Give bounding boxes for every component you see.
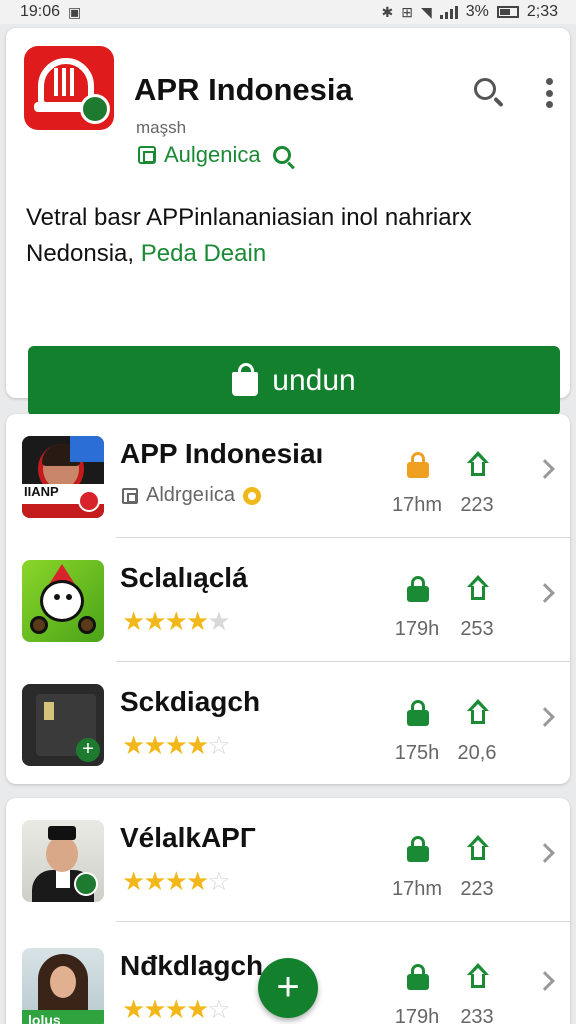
- lock-icon: [406, 964, 430, 990]
- status-time-left: 19:06: [20, 3, 61, 20]
- list-item-count: 20,6: [457, 742, 497, 764]
- list-item-title: Sckdiagch: [120, 686, 261, 717]
- signal-icon: [439, 5, 458, 19]
- lock-icon: [406, 700, 430, 726]
- developer-name: Aulgenica: [164, 142, 261, 167]
- list-item-title: VélalkAPГ: [120, 822, 256, 853]
- star-rating: ★★★★☆: [122, 994, 231, 1024]
- app-title: APR Indonesia: [134, 72, 353, 107]
- app-logo-badge-icon: [80, 94, 110, 124]
- app-list-card: IIANP APP Indonesiaı Aldrgeıica 17hm 223…: [6, 414, 570, 784]
- plus-icon: +: [76, 738, 100, 762]
- wifi-icon: ◥: [420, 3, 432, 20]
- chevron-right-icon[interactable]: [535, 707, 555, 727]
- list-item-title: APP Indonesiaı: [120, 438, 324, 469]
- lock-icon: [406, 576, 430, 602]
- lock-icon: [406, 452, 430, 478]
- chevron-right-icon[interactable]: [535, 843, 555, 863]
- list-item-count: 253: [460, 618, 494, 640]
- man-app-icon: [22, 820, 104, 902]
- battery-percent: 3%: [465, 3, 489, 20]
- list-item-count: 223: [460, 878, 494, 900]
- star-rating: ★★★★★: [122, 606, 231, 636]
- list-item-size: 179h: [394, 618, 440, 640]
- cartoon-app-icon: [22, 560, 104, 642]
- verified-badge-icon: [242, 486, 261, 505]
- list-item-size: 175h: [394, 742, 440, 764]
- phone-app-icon: +: [22, 684, 104, 766]
- status-bar: 19:06 ▣ ✱ ⊞ ◥ 3% 2;33: [0, 0, 576, 24]
- list-item-size: 179h: [394, 1006, 440, 1024]
- upload-icon: [464, 574, 492, 602]
- app-header-card: APR Indonesia maşsh Aulgenica Vetral bas…: [6, 28, 570, 416]
- plus-icon: +: [276, 965, 300, 1009]
- more-options-button[interactable]: [538, 76, 560, 110]
- upload-icon: [464, 962, 492, 990]
- search-icon: [474, 78, 496, 100]
- news-app-icon: IIANP: [22, 436, 104, 518]
- battery-icon: [496, 6, 519, 18]
- lock-icon: [406, 836, 430, 862]
- star-rating: ★★★★☆: [122, 730, 231, 760]
- divider: [116, 921, 570, 922]
- developer-link[interactable]: Aulgenica: [138, 142, 291, 168]
- list-item-count: 223: [460, 494, 494, 516]
- list-item[interactable]: IIANP APP Indonesiaı Aldrgeıica 17hm 223: [6, 414, 570, 538]
- list-item-size: 17hm: [391, 878, 443, 900]
- list-item[interactable]: Sclalıąclá ★★★★★ 179h 253: [6, 538, 570, 662]
- install-label: undun: [272, 364, 356, 397]
- vibrate-icon: ⊞: [401, 3, 413, 20]
- bluetooth-icon: ✱: [381, 3, 394, 20]
- woman-icon-banner: lolus: [22, 1010, 104, 1024]
- list-item-count: 233: [460, 1006, 494, 1024]
- notification-icon: ▣: [68, 3, 82, 20]
- developer-box-icon: [122, 487, 138, 504]
- install-button[interactable]: undun: [28, 346, 560, 416]
- verified-search-icon: [272, 146, 291, 164]
- chevron-right-icon[interactable]: [535, 583, 555, 603]
- star-rating: ★★★★☆: [122, 866, 231, 896]
- shopping-bag-icon: [232, 363, 259, 396]
- chevron-right-icon[interactable]: [535, 971, 555, 991]
- list-item-title: Nđkdlagch: [120, 950, 264, 981]
- chevron-right-icon[interactable]: [535, 459, 555, 479]
- list-item[interactable]: + Sckdiagch ★★★★☆ 175h 20,6: [6, 662, 570, 786]
- list-item-subtitle: Aldrgeıica: [122, 484, 261, 507]
- developer-box-icon: [138, 146, 156, 164]
- list-item-developer: Aldrgeıica: [146, 484, 235, 506]
- add-fab-button[interactable]: +: [258, 958, 318, 1018]
- search-button[interactable]: [472, 76, 506, 110]
- app-description: Vetral basr APPinlananiasian inol nahria…: [26, 200, 556, 272]
- app-subtitle: maşsh: [136, 118, 187, 137]
- upload-icon: [464, 834, 492, 862]
- list-item-title: Sclalıąclá: [120, 562, 248, 593]
- woman-app-icon: lolus: [22, 948, 104, 1024]
- upload-icon: [464, 450, 492, 478]
- status-time-right: 2;33: [526, 3, 558, 20]
- app-logo-icon: [24, 46, 114, 130]
- description-link[interactable]: Peda Deain: [141, 240, 266, 267]
- list-item-size: 17hm: [391, 494, 443, 516]
- upload-icon: [464, 698, 492, 726]
- list-item[interactable]: VélalkAPГ ★★★★☆ 17hm 223: [6, 798, 570, 922]
